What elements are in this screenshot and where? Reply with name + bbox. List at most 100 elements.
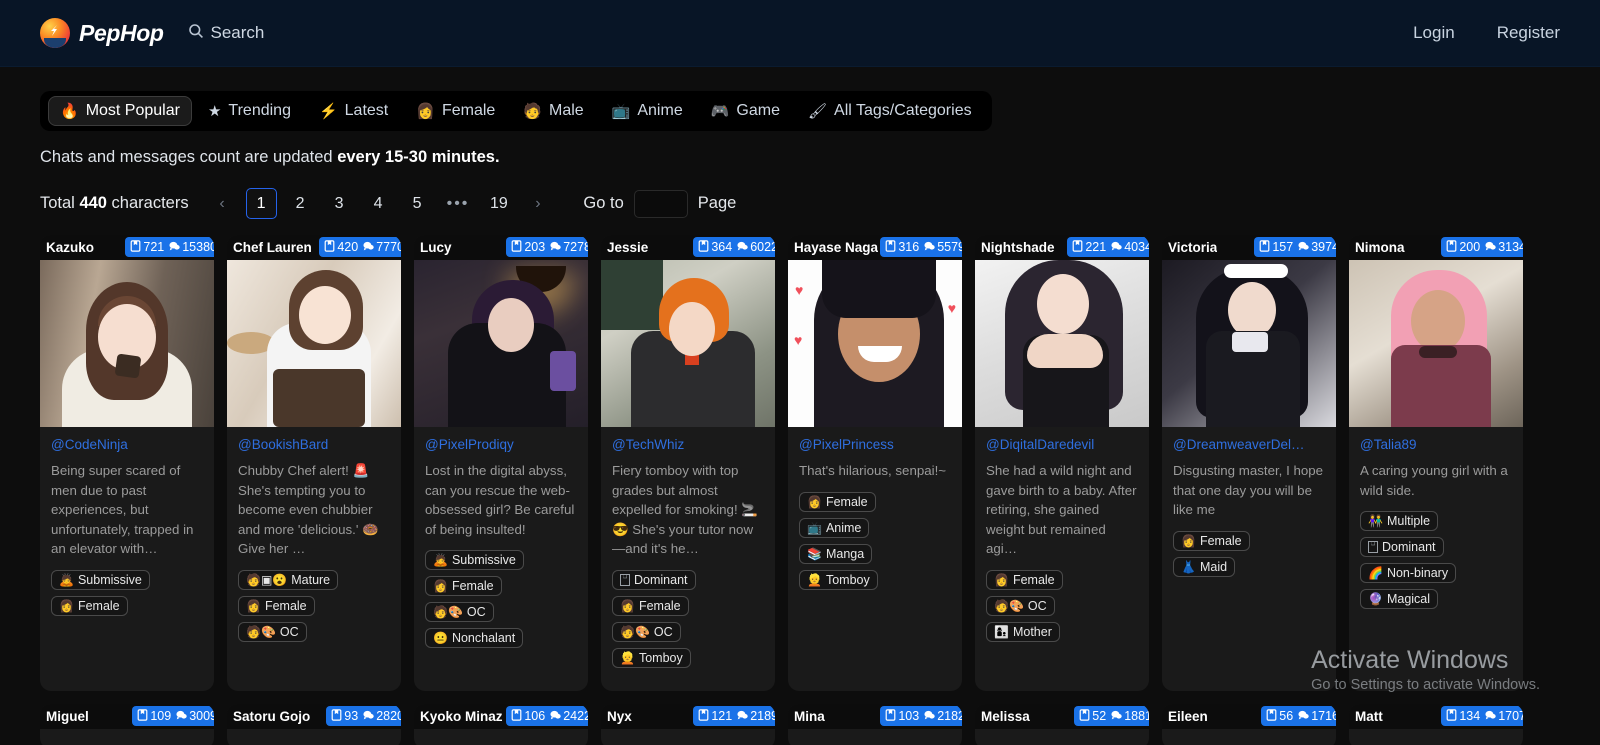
pagination-page-4[interactable]: 4: [363, 188, 394, 219]
tab-most-popular[interactable]: 🔥 Most Popular: [48, 96, 192, 126]
author-username-link[interactable]: @BookishBard: [238, 437, 390, 452]
character-card[interactable]: Kazuko 721 15380 @CodeNinja Being super scar…: [40, 235, 214, 691]
character-thumbnail[interactable]: [414, 260, 588, 427]
tag-pill[interactable]: 👩 Female: [238, 595, 315, 616]
pagination-page-1[interactable]: 1: [245, 188, 277, 219]
tag-pill[interactable]: 👩 Female: [612, 595, 689, 616]
login-link[interactable]: Login: [1413, 23, 1455, 43]
stats-badge: 121 2189: [693, 706, 775, 726]
chat-count: 721: [143, 240, 165, 254]
chat-count: 157: [1272, 240, 1294, 254]
tag-pill[interactable]: 👩 Female: [51, 595, 128, 616]
card-header: Eileen 56 1716: [1162, 704, 1336, 729]
author-username-link[interactable]: @CodeNinja: [51, 437, 203, 452]
tag-pill[interactable]: 🔮 Magical: [1360, 589, 1439, 609]
tag-pill[interactable]: 👩 Female: [799, 491, 876, 512]
character-card[interactable]: Kyoko Minaz 106 2422: [414, 704, 588, 745]
tab-game[interactable]: 🎮 Game: [699, 96, 792, 126]
character-card[interactable]: Lucy 203 7278 @PixelProdiqy Lost in the digi…: [414, 235, 588, 691]
tag-pill[interactable]: ❏ Dominant: [612, 569, 696, 590]
message-count: 1707: [1498, 709, 1523, 723]
pagination-prev[interactable]: ‹: [207, 188, 238, 219]
character-thumbnail[interactable]: [975, 260, 1149, 427]
tag-list: 👫 Multiple ❏ Dominant 🌈 Non-binary 🔮 Magical: [1360, 511, 1512, 609]
author-username-link[interactable]: @Talia89: [1360, 437, 1512, 452]
tag-pill[interactable]: 🙇 Submissive: [425, 550, 524, 570]
tag-pill[interactable]: 👩‍👦 Mother: [986, 621, 1060, 642]
tag-pill[interactable]: 📚 Manga: [799, 543, 873, 564]
character-card[interactable]: Nyx 121 2189: [601, 704, 775, 745]
character-card[interactable]: Eileen 56 1716: [1162, 704, 1336, 745]
character-card[interactable]: Matt 134 1707: [1349, 704, 1523, 745]
tag-pill[interactable]: 👱 Tomboy: [612, 647, 691, 668]
card-header: Kyoko Minaz 106 2422: [414, 704, 588, 729]
tag-pill[interactable]: 🌈 Non-binary: [1360, 563, 1457, 583]
message-count-icon: [1111, 709, 1122, 724]
tag-pill[interactable]: 🙇 Submissive: [51, 569, 150, 590]
character-card[interactable]: Nightshade 221 4034 @DiqitalDaredevil She ha…: [975, 235, 1149, 691]
author-username-link[interactable]: @DiqitalDaredevil: [986, 437, 1138, 452]
message-count: 1881: [1124, 709, 1149, 723]
pagination-page-19[interactable]: 19: [483, 188, 514, 219]
character-thumbnail[interactable]: [1162, 260, 1336, 427]
tab-icon: 🔥: [60, 102, 79, 120]
chat-count: 93: [344, 709, 359, 723]
tag-pill[interactable]: 👩 Female: [986, 569, 1063, 590]
tag-pill[interactable]: 🧑🎨 OC: [612, 621, 681, 642]
tag-pill[interactable]: 👫 Multiple: [1360, 511, 1439, 531]
character-thumbnail[interactable]: [601, 260, 775, 427]
character-thumbnail[interactable]: [227, 260, 401, 427]
pagination-next[interactable]: ›: [522, 188, 553, 219]
tag-label: Dominant: [634, 572, 688, 587]
pagination-page-2[interactable]: 2: [285, 188, 316, 219]
character-card[interactable]: Victoria 157 3974 @DreamweaverDel… Disgustin…: [1162, 235, 1336, 691]
character-card[interactable]: Nimona 200 3134 @Talia89 A caring young girl…: [1349, 235, 1523, 691]
tag-pill[interactable]: ❏ Dominant: [1360, 537, 1444, 557]
character-card[interactable]: Hayase Naga 316 5579 ♥ ♥ ♥ @PixelPrincess That'…: [788, 235, 962, 691]
tag-label: OC: [1027, 598, 1047, 613]
tag-icon: 👩: [1181, 533, 1196, 548]
tag-pill[interactable]: 👩 Female: [425, 576, 502, 596]
message-count-icon: [924, 709, 935, 724]
character-card[interactable]: Miguel 109 3009: [40, 704, 214, 745]
tag-pill[interactable]: 👩 Female: [1173, 530, 1250, 551]
character-thumbnail[interactable]: [1349, 260, 1523, 427]
tag-pill[interactable]: 🧑▣😮 Mature: [238, 569, 339, 590]
tag-pill[interactable]: 👗 Maid: [1173, 556, 1236, 577]
tag-pill[interactable]: 👱 Tomboy: [799, 569, 878, 590]
author-username-link[interactable]: @PixelPrincess: [799, 437, 951, 452]
author-username-link[interactable]: @DreamweaverDel…: [1173, 437, 1325, 452]
tag-pill[interactable]: 🧑🎨 OC: [238, 621, 307, 642]
tab-latest[interactable]: ⚡ Latest: [307, 96, 400, 126]
tag-pill[interactable]: 📺 Anime: [799, 517, 870, 538]
character-card[interactable]: Jessie 364 6022 @TechWhiz Fiery tomboy with …: [601, 235, 775, 691]
tag-pill[interactable]: 🧑🎨 OC: [425, 602, 494, 622]
character-thumbnail[interactable]: ♥ ♥ ♥: [788, 260, 962, 427]
pagination-page-3[interactable]: 3: [324, 188, 355, 219]
tag-icon: 👩: [433, 579, 448, 593]
tag-pill[interactable]: 🧑🎨 OC: [986, 595, 1055, 616]
character-card[interactable]: Chef Lauren 420 7770 @BookishBard Chubby Che…: [227, 235, 401, 691]
tab-anime[interactable]: 📺 Anime: [600, 96, 695, 126]
search-button[interactable]: Search: [188, 23, 264, 44]
tab-male[interactable]: 🧑 Male: [511, 96, 595, 126]
pagination-page-5[interactable]: 5: [402, 188, 433, 219]
tab-all-tags-categories[interactable]: 🖌 All Tags/Categories: [796, 96, 984, 126]
character-name: Kyoko Minaz: [420, 709, 503, 724]
tab-trending[interactable]: ★ Trending: [196, 96, 303, 126]
brand-logo[interactable]: PepHop: [40, 18, 164, 48]
character-card[interactable]: Satoru Gojo 93 2820: [227, 704, 401, 745]
tab-female[interactable]: 👩 Female: [404, 96, 507, 126]
register-link[interactable]: Register: [1497, 23, 1560, 43]
character-card[interactable]: Mina 103 2182: [788, 704, 962, 745]
character-thumbnail[interactable]: [40, 260, 214, 427]
tag-icon: 👫: [1368, 514, 1383, 528]
author-username-link[interactable]: @PixelProdiqy: [425, 437, 577, 452]
character-card[interactable]: Melissa 52 1881: [975, 704, 1149, 745]
goto-page-input[interactable]: [633, 189, 688, 218]
author-username-link[interactable]: @TechWhiz: [612, 437, 764, 452]
chat-count: 420: [337, 240, 359, 254]
chat-count-icon: [1446, 239, 1457, 255]
tag-icon: 🧑🎨: [620, 624, 650, 639]
tag-pill[interactable]: 😐 Nonchalant: [425, 628, 524, 648]
